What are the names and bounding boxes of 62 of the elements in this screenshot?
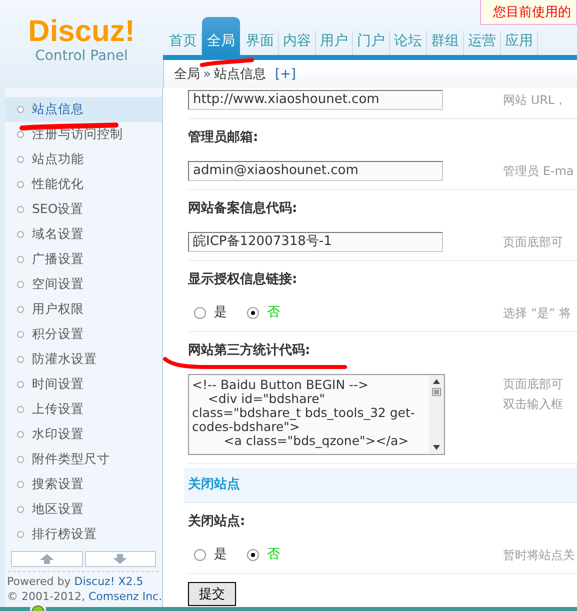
sidebar-item[interactable]: 站点信息 [5, 97, 162, 122]
logo-subtitle: Control Panel [35, 48, 128, 64]
annotation-stroke [200, 58, 254, 67]
company-link[interactable]: Comsenz Inc. [88, 590, 162, 603]
sidebar-item[interactable]: 站点功能 [5, 147, 162, 172]
section-title: 关闭站点 [188, 477, 240, 492]
add-shortcut-link[interactable]: [+] [274, 66, 296, 82]
sidebar-item[interactable]: 上传设置 [5, 397, 162, 422]
sidebar-item[interactable]: 排行榜设置 [5, 522, 162, 547]
sidebar-item[interactable]: 域名设置 [5, 222, 162, 247]
field-hint: 网站 URL， [503, 92, 567, 109]
field-label: 管理员邮箱: [188, 129, 258, 147]
notice-banner: 您目前使用的 [480, 0, 577, 25]
radio-button[interactable] [194, 549, 206, 561]
scrollbar[interactable] [429, 375, 444, 454]
breadcrumb-item: 站点信息 [214, 66, 266, 83]
input-field[interactable]: http://www.xiaoshounet.com [188, 90, 443, 110]
sidebar-item[interactable]: 性能优化 [5, 172, 162, 197]
arrow-up-icon [40, 554, 54, 564]
radio-button[interactable] [247, 549, 259, 561]
powered-by-text: Powered by [7, 575, 71, 588]
scroll-up-icon [433, 379, 440, 384]
sidebar-item[interactable]: 附件类型尺寸 [5, 447, 162, 472]
sidebar-item[interactable]: 用户权限 [5, 297, 162, 322]
sidebar-item[interactable]: 空间设置 [5, 272, 162, 297]
field-hint: 页面底部可 [503, 376, 563, 393]
radio-label: 是 [214, 546, 227, 564]
field-label: 关闭站点: [188, 512, 246, 531]
sidebar-item[interactable]: 地区设置 [5, 497, 162, 522]
product-link[interactable]: Discuz! X2.5 [74, 575, 144, 588]
scroll-thumb-icon [432, 388, 441, 396]
radio-label: 是 [214, 304, 227, 322]
breadcrumb-separator: » [203, 66, 211, 82]
sidebar-item[interactable]: 搜索设置 [5, 472, 162, 497]
field-label: 显示授权信息链接: [188, 270, 298, 289]
code-text: <!-- Baidu Button BEGIN --> <div id="bdshare" class="bdshare_t bds_tools_32 get-codes-bdshare"> <a class="bds_qzone"></a> [191, 376, 416, 450]
field-hint: 暂时将站点关 [503, 547, 575, 564]
logo-text: Discuz! [28, 16, 135, 48]
submit-button[interactable]: 提交 [188, 582, 236, 606]
sidebar-item[interactable]: 水印设置 [5, 422, 162, 447]
copyright-text: © 2001-2012, [7, 590, 85, 603]
field-hint: 管理员 E-ma [503, 163, 574, 180]
field-hint: 选择 “是” 将 [503, 305, 572, 322]
sidebar-item[interactable]: 时间设置 [5, 372, 162, 397]
code-textarea[interactable]: <!-- Baidu Button BEGIN --> <div id="bdshare" class="bdshare_t bds_tools_32 get-codes-bdshare"> <a class="bds_qzone"></a> [188, 374, 445, 455]
field-label: 网站第三方统计代码: [188, 342, 310, 360]
scroll-down-icon [433, 445, 440, 450]
breadcrumb-item: 全局 [174, 66, 200, 83]
arrow-down-icon [113, 554, 128, 564]
sidebar-item[interactable]: SEO设置 [5, 197, 162, 222]
field-hint: 页面底部可 [503, 234, 563, 251]
field-label: 网站备案信息代码: [188, 200, 298, 218]
input-field[interactable]: 皖ICP备12007318号-1 [188, 232, 443, 252]
radio-button[interactable] [194, 307, 206, 319]
sidebar-item[interactable]: 防灌水设置 [5, 347, 162, 372]
sidebar-item[interactable]: 广播设置 [5, 247, 162, 272]
input-field[interactable]: admin@xiaoshounet.com [188, 161, 443, 181]
radio-label: 否 [267, 304, 280, 322]
field-hint: 双击输入框 [503, 396, 563, 413]
radio-label: 否 [267, 546, 280, 564]
radio-button[interactable] [247, 307, 259, 319]
sidebar-item[interactable]: 积分设置 [5, 322, 162, 347]
